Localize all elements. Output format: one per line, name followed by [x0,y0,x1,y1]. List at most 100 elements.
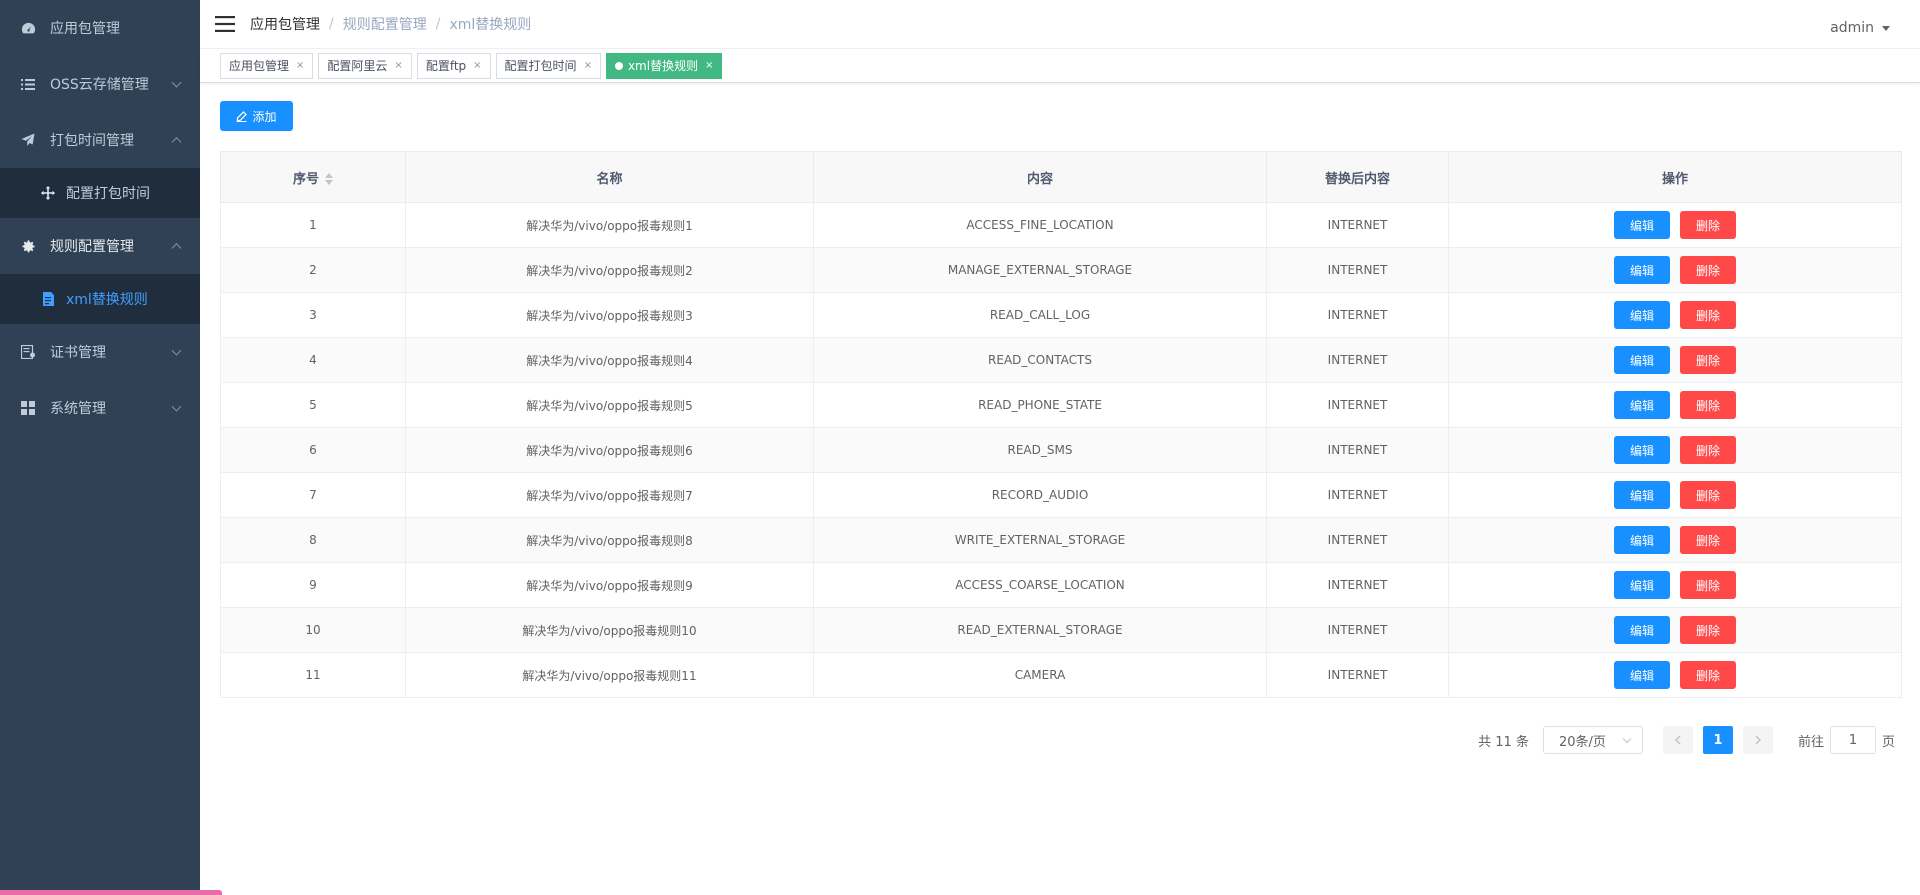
cell-replacement: INTERNET [1266,202,1449,248]
cell-id: 3 [220,292,406,338]
cell-replacement: INTERNET [1266,517,1449,563]
rules-table: 序号 名称 内容 替换后内容 操作 1 解决华为/vivo/oppo报毒规则1 AC… [220,151,1902,698]
chevron-down-icon [171,77,182,88]
delete-button[interactable]: 删除 [1680,661,1736,689]
goto-suffix: 页 [1881,734,1895,750]
edit-button[interactable]: 编辑 [1614,211,1670,239]
cell-actions: 编辑 删除 [1448,517,1902,563]
delete-button[interactable]: 删除 [1680,391,1736,419]
gear-icon [20,238,36,254]
delete-button[interactable]: 删除 [1680,346,1736,374]
tag-app-packages[interactable]: 应用包管理 × [220,52,314,79]
prev-page-button[interactable] [1662,726,1693,754]
cell-id: 5 [220,382,406,428]
sidebar-item-system[interactable]: 系统管理 [0,380,200,436]
cell-content: READ_CONTACTS [813,337,1267,383]
delete-button[interactable]: 删除 [1680,211,1736,239]
sidebar-item-pack-time[interactable]: 打包时间管理 [0,112,200,168]
page-size-value: 20条/页 [1558,734,1606,750]
cell-name: 解决华为/vivo/oppo报毒规则8 [405,517,814,563]
send-icon [20,132,36,148]
column-header-name: 名称 [405,151,814,203]
delete-button[interactable]: 删除 [1680,526,1736,554]
breadcrumb: 应用包管理 / 规则配置管理 / xml替换规则 [250,14,531,34]
cell-id: 8 [220,517,406,563]
column-header-label: 序号 [292,171,319,187]
close-icon[interactable]: × [584,60,592,71]
cell-content: CAMERA [813,652,1267,698]
cell-id: 2 [220,247,406,293]
edit-button[interactable]: 编辑 [1614,526,1670,554]
cell-actions: 编辑 删除 [1448,472,1902,518]
delete-button[interactable]: 删除 [1680,481,1736,509]
sidebar-item-rule-config[interactable]: 规则配置管理 [0,218,200,274]
delete-button[interactable]: 删除 [1680,571,1736,599]
sidebar-item-xml-replace-rules[interactable]: xml替换规则 [0,274,200,324]
tag-config-pack-time[interactable]: 配置打包时间 × [495,52,601,79]
dashboard-icon [20,20,36,36]
sidebar-item-label: 打包时间管理 [50,133,134,149]
goto-page-input[interactable] [1829,726,1876,754]
table-row: 3 解决华为/vivo/oppo报毒规则3 READ_CALL_LOG INTERNE… [220,292,1902,338]
tag-label: 配置打包时间 [504,59,577,73]
column-header-content: 内容 [813,151,1267,203]
cell-name: 解决华为/vivo/oppo报毒规则6 [405,427,814,473]
grid-icon [20,400,36,416]
edit-button[interactable]: 编辑 [1614,301,1670,329]
page-size-select[interactable]: 20条/页 [1542,726,1643,754]
delete-button[interactable]: 删除 [1680,301,1736,329]
edit-button[interactable]: 编辑 [1614,436,1670,464]
add-button[interactable]: 添加 [220,101,293,131]
sidebar-item-label: 配置打包时间 [66,186,150,202]
table-row: 8 解决华为/vivo/oppo报毒规则8 WRITE_EXTERNAL_STORA… [220,517,1902,563]
delete-button[interactable]: 删除 [1680,256,1736,284]
next-page-button[interactable] [1742,726,1773,754]
sidebar-item-app-packages[interactable]: 应用包管理 [0,0,200,56]
close-icon[interactable]: × [296,60,304,71]
sidebar-item-label: 系统管理 [50,401,106,417]
edit-button[interactable]: 编辑 [1614,346,1670,374]
table-row: 2 解决华为/vivo/oppo报毒规则2 MANAGE_EXTERNAL_STOR… [220,247,1902,293]
chevron-down-icon [1622,734,1632,744]
cell-content: ACCESS_FINE_LOCATION [813,202,1267,248]
close-icon[interactable]: × [705,60,713,71]
edit-button[interactable]: 编辑 [1614,391,1670,419]
delete-button[interactable]: 删除 [1680,436,1736,464]
table-row: 7 解决华为/vivo/oppo报毒规则7 RECORD_AUDIO INTERNET… [220,472,1902,518]
sidebar-item-label: 应用包管理 [50,21,120,37]
sidebar-item-oss-storage[interactable]: OSS云存储管理 [0,56,200,112]
main-area: 应用包管理 / 规则配置管理 / xml替换规则 admin 应用包管理 × 配… [200,0,1920,895]
close-icon[interactable]: × [394,60,402,71]
tag-config-aliyun[interactable]: 配置阿里云 × [318,52,412,79]
tag-config-ftp[interactable]: 配置ftp × [416,52,491,79]
chevron-down-icon [171,401,182,412]
close-icon[interactable]: × [473,60,481,71]
cell-name: 解决华为/vivo/oppo报毒规则11 [405,652,814,698]
column-header-id[interactable]: 序号 [220,151,406,203]
sidebar-item-certificates[interactable]: 证书管理 [0,324,200,380]
edit-button[interactable]: 编辑 [1614,481,1670,509]
cell-replacement: INTERNET [1266,382,1449,428]
chevron-up-icon [171,243,182,254]
sidebar-item-config-pack-time[interactable]: 配置打包时间 [0,168,200,218]
submenu-pack-time: 配置打包时间 [0,168,200,218]
navbar: 应用包管理 / 规则配置管理 / xml替换规则 admin [200,0,1920,49]
sort-icon[interactable] [325,173,333,185]
page-number[interactable]: 1 [1702,726,1733,754]
cell-replacement: INTERNET [1266,337,1449,383]
edit-button[interactable]: 编辑 [1614,661,1670,689]
cell-actions: 编辑 删除 [1448,562,1902,608]
tag-xml-replace-rules[interactable]: xml替换规则 × [605,52,723,79]
edit-button[interactable]: 编辑 [1614,571,1670,599]
breadcrumb-separator: / [435,16,441,32]
edit-button[interactable]: 编辑 [1614,616,1670,644]
caret-down-icon [1882,25,1890,31]
edit-button[interactable]: 编辑 [1614,256,1670,284]
hamburger-icon[interactable] [200,0,250,49]
cell-content: ACCESS_COARSE_LOCATION [813,562,1267,608]
breadcrumb-item[interactable]: 应用包管理 [250,14,320,34]
delete-button[interactable]: 删除 [1680,616,1736,644]
user-menu[interactable]: admin [1830,0,1890,56]
cell-id: 7 [220,472,406,518]
cell-replacement: INTERNET [1266,652,1449,698]
